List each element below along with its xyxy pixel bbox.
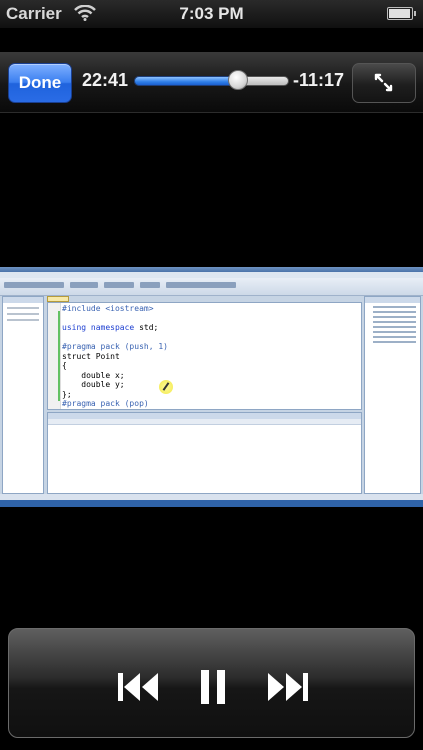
next-button[interactable] [265, 669, 311, 705]
remaining-time: -11:17 [293, 70, 345, 90]
transport-controls [8, 628, 415, 738]
elapsed-time: 22:41 [82, 70, 129, 90]
next-track-icon [268, 673, 308, 701]
progress-slider[interactable] [134, 70, 289, 90]
code-line: { [62, 361, 67, 370]
ide-code-editor: #include <iostream> using namespace std;… [47, 302, 362, 410]
code-line: double y; [62, 380, 125, 389]
pointer-highlight-icon [159, 380, 173, 394]
previous-button[interactable] [115, 669, 161, 705]
code-line: #include <iostream> [62, 304, 154, 313]
ide-solution-explorer [364, 296, 421, 494]
ide-output-panel [47, 412, 362, 494]
code-line: #pragma pack (pop) [62, 399, 149, 408]
code-line: #pragma pack (push, 1) [62, 342, 168, 351]
code-line: using namespace std; [62, 323, 159, 332]
fullscreen-toggle-icon [374, 73, 393, 92]
ide-status-bar [0, 500, 423, 507]
slider-progress [134, 76, 238, 86]
status-bar: Carrier 7:03 PM [0, 0, 423, 28]
done-button[interactable]: Done [8, 63, 72, 103]
slider-thumb[interactable] [227, 70, 248, 90]
code-line: double x; [62, 370, 125, 380]
battery-icon [387, 7, 416, 20]
ide-toolbar [0, 278, 423, 296]
player-top-bar: Done 22:41 -11:17 [0, 52, 423, 113]
pause-icon [201, 670, 225, 704]
ide-left-panel [2, 296, 44, 494]
code-line: struct Point [62, 351, 120, 361]
previous-track-icon [118, 673, 158, 701]
source-code: #include <iostream> using namespace std;… [62, 304, 341, 409]
pause-button[interactable] [195, 669, 231, 705]
code-line: }; [62, 389, 72, 399]
status-time: 7:03 PM [179, 4, 244, 23]
fullscreen-button[interactable] [352, 63, 416, 103]
video-frame[interactable]: #include <iostream> using namespace std;… [0, 267, 423, 507]
